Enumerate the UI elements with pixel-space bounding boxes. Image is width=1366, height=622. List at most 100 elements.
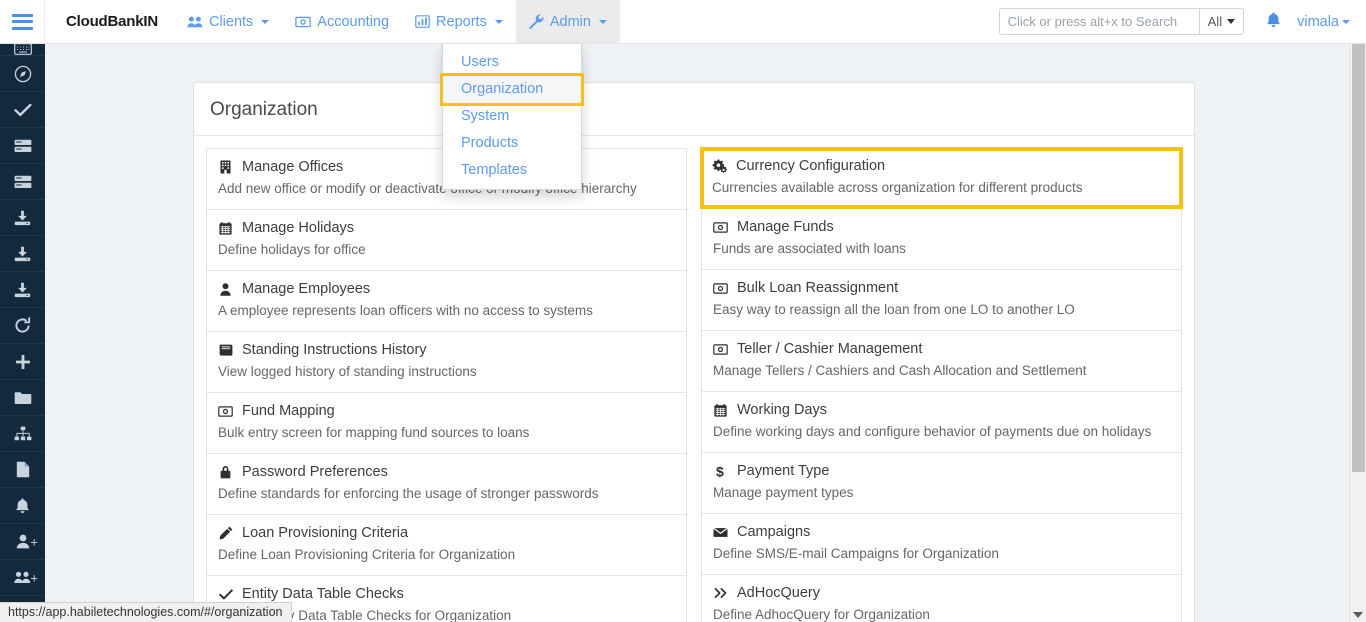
card-title-row: Password Preferences [218,463,675,481]
check-icon [14,103,32,117]
card-manage-employees[interactable]: Manage Employees A employee represents l… [206,271,687,332]
sidebar-item-keyboard[interactable] [0,44,45,56]
money-icon [218,406,233,417]
card-loan-provisioning-criteria[interactable]: Loan Provisioning Criteria Define Loan P… [206,515,687,576]
chevron-down-icon [495,20,503,24]
dropdown-item-templates[interactable]: Templates [443,157,581,184]
nav-item-reports-label: Reports [436,14,487,30]
compass-icon [14,65,32,83]
card-description: A employee represents loan officers with… [218,302,675,320]
brand-logo[interactable]: CloudBankIN [45,0,174,43]
card-title-row: Loan Provisioning Criteria [218,524,675,542]
user-plus-icon [16,534,30,549]
keyboard-icon [14,44,32,55]
search-input[interactable] [999,8,1199,35]
card-description: Define working days and configure behavi… [713,423,1170,441]
card-title-row: Manage Funds [713,218,1170,236]
card-manage-funds[interactable]: Manage Funds Funds are associated with l… [701,209,1182,270]
card-bulk-loan-reassignment[interactable]: Bulk Loan Reassignment Easy way to reass… [701,270,1182,331]
card-title-text: Working Days [737,401,827,419]
card-password-preferences[interactable]: Password Preferences Define standards fo… [206,454,687,515]
users-icon [187,16,203,28]
nav-item-accounting[interactable]: Accounting [282,0,402,43]
sidebar-item-compass[interactable] [0,56,45,92]
card-description: Funds are associated with loans [713,240,1170,258]
hamburger-menu-button[interactable] [0,0,45,43]
sidebar-item-download-2[interactable] [0,236,45,272]
card-title-row: Campaigns [713,523,1170,541]
sidebar-item-add-user[interactable]: + [0,524,45,560]
sidebar-item-add[interactable] [0,344,45,380]
card-title-row: Teller / Cashier Management [713,340,1170,358]
sidebar-item-download-3[interactable] [0,272,45,308]
search-scope-label: All [1208,14,1222,29]
users-plus-icon [14,571,31,584]
global-search: All [999,8,1244,35]
sidebar-item-add-group[interactable]: + [0,560,45,596]
dropdown-item-organization[interactable]: Organization [443,76,581,103]
dropdown-item-system[interactable]: System [443,103,581,130]
card-working-days[interactable]: Working Days Define working days and con… [701,392,1182,453]
card-title-text: Manage Holidays [242,219,354,237]
dropdown-item-users[interactable]: Users [443,49,581,76]
sidebar-item-folder[interactable] [0,380,45,416]
card-description: Define standards for enforcing the usage… [218,485,675,503]
search-scope-dropdown[interactable]: All [1199,8,1244,35]
sidebar-item-download-1[interactable] [0,200,45,236]
sidebar-item-refresh[interactable] [0,308,45,344]
download-icon [14,282,31,298]
card-standing-instructions-history[interactable]: Standing Instructions History View logge… [206,332,687,393]
file-icon [16,461,30,478]
card-title-row: Manage Employees [218,280,675,298]
card-description: Define SMS/E-mail Campaigns for Organiza… [713,545,1170,563]
card-currency-configuration[interactable]: Currency Configuration Currencies availa… [700,147,1183,209]
card-fund-mapping[interactable]: Fund Mapping Bulk entry screen for mappi… [206,393,687,454]
vertical-scrollbar[interactable] [1349,44,1366,622]
building-icon [218,160,233,174]
scrollbar-thumb[interactable] [1352,44,1365,472]
card-title-row: Standing Instructions History [218,341,675,359]
user-menu[interactable]: vimala [1297,14,1350,30]
nav-item-reports[interactable]: Reports [402,0,516,43]
card-teller-cashier-management[interactable]: Teller / Cashier Management Manage Telle… [701,331,1182,392]
card-manage-holidays[interactable]: Manage Holidays Define holidays for offi… [206,210,687,271]
sidebar-item-file[interactable] [0,452,45,488]
server-icon [14,139,32,153]
card-description: Bulk entry screen for mapping fund sourc… [218,424,675,442]
nav-item-clients[interactable]: Clients [174,0,282,43]
dropdown-item-products[interactable]: Products [443,130,581,157]
chevron-down-icon [1227,19,1235,24]
plus-badge: + [30,571,38,584]
card-title-text: Entity Data Table Checks [242,585,404,603]
card-title-text: Password Preferences [242,463,388,481]
nav-item-admin[interactable]: Admin [516,0,620,43]
nav-item-admin-label: Admin [550,14,591,30]
card-title-text: Bulk Loan Reassignment [737,279,898,297]
scroll-down-arrow-icon[interactable] [1353,612,1363,618]
sidebar-item-server-1[interactable] [0,128,45,164]
card-title-row: Fund Mapping [218,402,675,420]
card-title-text: Standing Instructions History [242,341,427,359]
sidebar-item-sitemap[interactable] [0,416,45,452]
chevron-down-icon [599,20,607,24]
card-description: Currencies available across organization… [712,179,1171,197]
card-title-text: Currency Configuration [736,157,885,175]
card-title-text: Fund Mapping [242,402,335,420]
cards-columns: Manage Offices Add new office or modify … [194,136,1194,622]
organization-panel: Organization Manage Offices Add new offi… [193,82,1195,622]
bell-icon [1266,12,1281,31]
card-payment-type[interactable]: $ Payment Type Manage payment types [701,453,1182,514]
card-campaigns[interactable]: Campaigns Define SMS/E-mail Campaigns fo… [701,514,1182,575]
card-title-text: Payment Type [737,462,829,480]
card-description: Define AdhocQuery for Organization [713,606,1170,622]
card-title-text: Campaigns [737,523,810,541]
wrench-icon [529,14,544,29]
card-adhocquery[interactable]: AdHocQuery Define AdhocQuery for Organiz… [701,575,1182,622]
hamburger-icon [12,14,33,30]
svg-text:$: $ [716,464,724,479]
card-title-row: Manage Holidays [218,219,675,237]
notifications-button[interactable] [1244,12,1297,31]
sidebar-item-check[interactable] [0,92,45,128]
sidebar-item-server-2[interactable] [0,164,45,200]
sidebar-item-notifications[interactable] [0,488,45,524]
